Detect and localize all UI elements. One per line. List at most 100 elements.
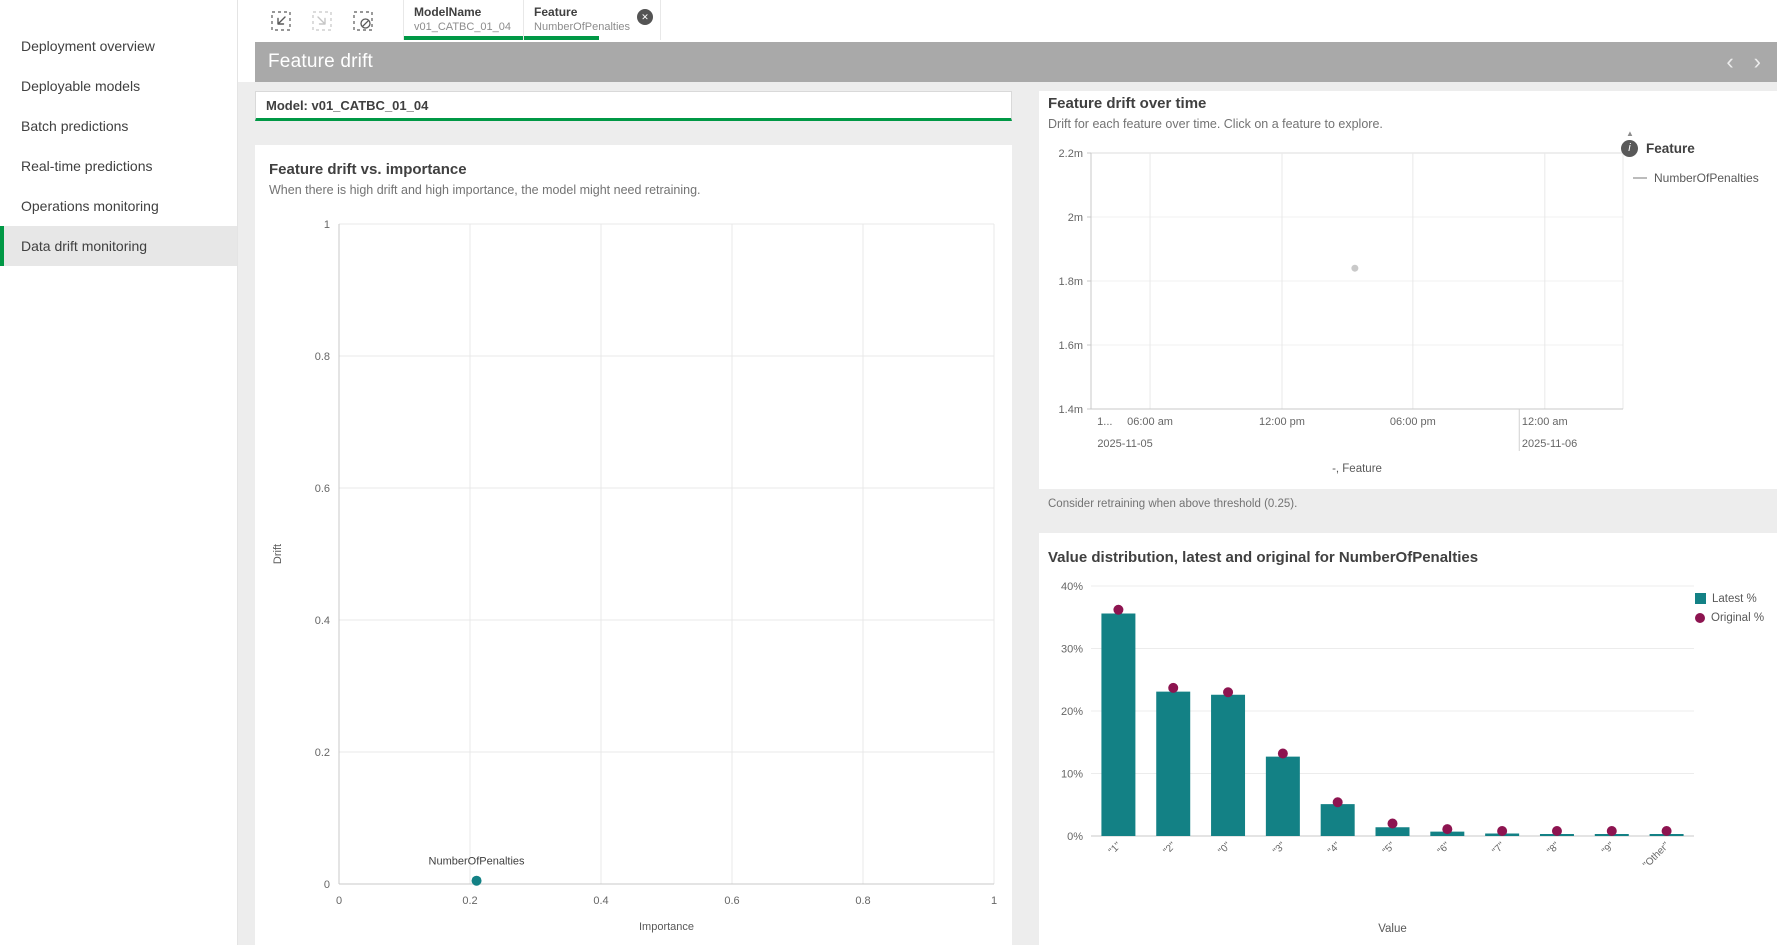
svg-text:12:00 am: 12:00 am: [1522, 416, 1568, 428]
svg-text:1: 1: [324, 219, 330, 231]
line-marker-icon: [1633, 177, 1647, 179]
svg-text:1...: 1...: [1097, 416, 1112, 428]
sheet-title-bar: Feature drift ‹ ›: [255, 42, 1777, 82]
legend-item-label: NumberOfPenalties: [1654, 171, 1759, 185]
svg-text:0.8: 0.8: [855, 895, 870, 907]
svg-text:"Other": "Other": [1641, 840, 1672, 871]
svg-text:"4": "4": [1326, 840, 1343, 857]
svg-text:06:00 pm: 06:00 pm: [1390, 416, 1436, 428]
svg-text:0.6: 0.6: [724, 895, 739, 907]
svg-text:"6": "6": [1436, 840, 1453, 857]
clear-selections-icon: [351, 9, 375, 33]
sidebar-item-deployable-models[interactable]: Deployable models: [0, 66, 237, 106]
selections-bar: ModelName v01_CATBC_01_04 Feature Number…: [238, 0, 1777, 42]
drift-over-time-card: 2.2m2m1.8m1.6m1.4m1...06:00 am12:00 pm06…: [1039, 91, 1777, 489]
next-sheet-icon[interactable]: ›: [1754, 51, 1761, 73]
drift-vs-importance-card: 0 0.2 0.4 0.6 0.8 1 0 0.2 0.4 0.6 0.8 1 NumberOfPena…: [255, 145, 1012, 945]
sidebar-item-deployment-overview[interactable]: Deployment overview: [0, 26, 237, 66]
sidebar-item-batch-predictions[interactable]: Batch predictions: [0, 106, 237, 146]
filter-field-label: ModelName: [414, 5, 511, 19]
time-chart-axis-caption: -, Feature: [1091, 463, 1623, 475]
sheet-content: Model: v01_CATBC_01_04 0 0.2 0.4 0.6 0.8 1 0 0.…: [238, 82, 1777, 945]
sheet-sidebar: Deployment overview Deployable models Ba…: [0, 0, 238, 945]
prev-sheet-icon[interactable]: ‹: [1726, 51, 1733, 73]
app-root: Deployment overview Deployable models Ba…: [0, 0, 1777, 945]
svg-text:2m: 2m: [1068, 212, 1083, 224]
main-area: ModelName v01_CATBC_01_04 Feature Number…: [238, 0, 1777, 945]
sheet-navigation: ‹ ›: [1726, 51, 1777, 73]
svg-text:Drift: Drift: [272, 544, 284, 564]
svg-text:1.8m: 1.8m: [1059, 276, 1083, 288]
legend-item-label: Original %: [1711, 612, 1764, 624]
value-distribution-chart[interactable]: 0%10%20%30%40%"1""2""0""3""4""5""6""7""8…: [1039, 533, 1777, 945]
svg-text:0.2: 0.2: [462, 895, 477, 907]
svg-text:0.8: 0.8: [315, 351, 330, 363]
svg-text:"8": "8": [1545, 840, 1562, 857]
selection-indicator: [404, 36, 523, 40]
svg-text:0.4: 0.4: [315, 615, 330, 627]
svg-text:0.4: 0.4: [593, 895, 608, 907]
svg-text:0.6: 0.6: [315, 483, 330, 495]
legend-item-numberofpenalties[interactable]: NumberOfPenalties: [1621, 171, 1773, 185]
model-filter[interactable]: Model: v01_CATBC_01_04: [255, 91, 1012, 121]
legend-item-latest[interactable]: Latest %: [1695, 589, 1764, 608]
bar-chart-legend: Latest % Original %: [1695, 589, 1764, 627]
legend-item-original[interactable]: Original %: [1695, 608, 1764, 627]
svg-text:1.6m: 1.6m: [1059, 340, 1083, 352]
svg-text:0%: 0%: [1067, 831, 1083, 843]
svg-text:1.4m: 1.4m: [1059, 404, 1083, 416]
svg-text:Importance: Importance: [639, 921, 694, 933]
step-forward-icon: [310, 9, 334, 33]
time-chart-legend: ▲ i Feature NumberOfPenalties: [1621, 129, 1773, 185]
threshold-note: Consider retraining when above threshold…: [1048, 498, 1297, 510]
svg-text:0: 0: [336, 895, 342, 907]
left-column: Model: v01_CATBC_01_04 0 0.2 0.4 0.6 0.8 1 0 0.…: [255, 91, 1012, 945]
svg-text:0: 0: [324, 879, 330, 891]
current-selections: ModelName v01_CATBC_01_04 Feature Number…: [403, 0, 661, 40]
svg-text:"1": "1": [1107, 840, 1124, 857]
chart-subtitle: Drift for each feature over time. Click …: [1048, 117, 1383, 131]
model-filter-label: Model: v01_CATBC_01_04: [266, 98, 428, 113]
filter-value: NumberOfPenalties: [534, 20, 630, 34]
sidebar-item-real-time-predictions[interactable]: Real-time predictions: [0, 146, 237, 186]
legend-scroll-up-icon[interactable]: ▲: [1621, 129, 1639, 138]
svg-text:"9": "9": [1600, 840, 1617, 857]
svg-text:30%: 30%: [1061, 644, 1083, 656]
svg-text:2025-11-05: 2025-11-05: [1097, 438, 1152, 450]
svg-text:20%: 20%: [1061, 706, 1083, 718]
clear-selections-button[interactable]: [350, 8, 376, 34]
sidebar-item-data-drift-monitoring[interactable]: Data drift monitoring: [0, 226, 237, 266]
svg-text:10%: 10%: [1061, 769, 1083, 781]
selection-indicator: [524, 36, 599, 40]
filter-chip-feature[interactable]: Feature NumberOfPenalties ✕: [524, 0, 661, 40]
point-marker-icon: [1695, 613, 1705, 623]
chart-subtitle: When there is high drift and high import…: [269, 183, 701, 197]
chart-title: Feature drift vs. importance: [269, 161, 467, 178]
sidebar-item-operations-monitoring[interactable]: Operations monitoring: [0, 186, 237, 226]
filter-chip-modelname[interactable]: ModelName v01_CATBC_01_04: [404, 0, 524, 40]
sheet-title: Feature drift: [268, 51, 373, 73]
svg-text:0.2: 0.2: [315, 747, 330, 759]
step-back-icon: [269, 9, 293, 33]
right-column: 2.2m2m1.8m1.6m1.4m1...06:00 am12:00 pm06…: [1039, 82, 1777, 945]
svg-text:1: 1: [991, 895, 997, 907]
chart-title: Feature drift over time: [1048, 95, 1206, 112]
bar-chart-xlabel: Value: [1091, 923, 1694, 935]
step-forward-button[interactable]: [309, 8, 335, 34]
filter-field-label: Feature: [534, 5, 630, 19]
clear-filter-icon[interactable]: ✕: [637, 9, 653, 25]
svg-text:"3": "3": [1271, 840, 1288, 857]
svg-text:"7": "7": [1491, 840, 1508, 857]
info-icon[interactable]: i: [1621, 140, 1638, 157]
svg-text:"5": "5": [1381, 840, 1398, 857]
svg-text:2025-11-06: 2025-11-06: [1522, 438, 1577, 450]
step-back-button[interactable]: [268, 8, 294, 34]
svg-text:12:00 pm: 12:00 pm: [1259, 416, 1305, 428]
svg-text:"2": "2": [1162, 840, 1179, 857]
legend-title: Feature: [1646, 141, 1695, 156]
svg-text:40%: 40%: [1061, 581, 1083, 593]
svg-text:NumberOfPenalties: NumberOfPenalties: [429, 856, 525, 868]
drift-vs-importance-chart[interactable]: 0 0.2 0.4 0.6 0.8 1 0 0.2 0.4 0.6 0.8 1 NumberOfPena…: [255, 145, 1012, 945]
svg-text:2.2m: 2.2m: [1059, 148, 1083, 160]
bar-marker-icon: [1695, 593, 1706, 604]
